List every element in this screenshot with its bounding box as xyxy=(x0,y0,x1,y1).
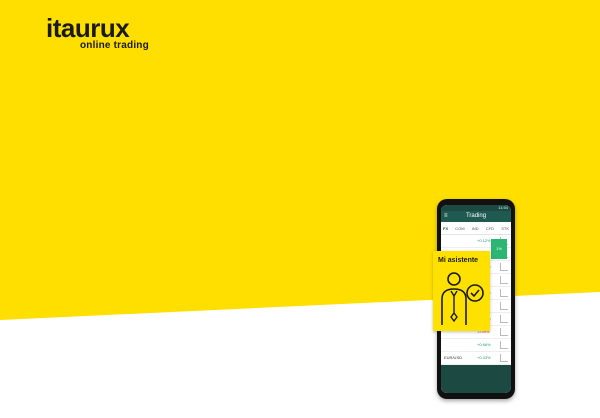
logo-tagline: online trading xyxy=(80,40,149,51)
sparkline-icon xyxy=(500,302,508,310)
phone-footer-bar xyxy=(441,365,511,393)
tab-fx[interactable]: FX xyxy=(443,226,448,231)
sparkline-icon xyxy=(500,328,508,336)
assistant-person-check-icon xyxy=(441,272,484,325)
buy-button[interactable]: 1% xyxy=(491,239,507,259)
instrument-symbol: EUR/USD xyxy=(444,355,463,360)
page: itaurux online trading 11:54 ≡ Trading F… xyxy=(0,0,600,418)
instrument-change: +0.66% xyxy=(477,342,491,347)
app-header: ≡ Trading xyxy=(441,211,511,222)
instrument-change: +0.12% xyxy=(477,238,491,243)
sparkline-icon xyxy=(500,289,508,297)
tab-ind[interactable]: IND xyxy=(472,226,479,231)
sparkline-icon xyxy=(500,341,508,349)
brand-logo[interactable]: itaurux online trading xyxy=(46,14,166,56)
market-tabs: FX COM IND CFD STK xyxy=(441,222,511,235)
assistant-card[interactable]: Mi asistente xyxy=(433,251,490,331)
tab-com[interactable]: COM xyxy=(455,226,464,231)
sparkline-icon xyxy=(500,263,508,271)
instrument-change: +0.33% xyxy=(477,355,491,360)
logo-wordmark: itaurux xyxy=(46,13,130,43)
menu-icon[interactable]: ≡ xyxy=(444,211,448,222)
assistant-title: Mi asistente xyxy=(438,257,479,264)
instrument-row[interactable]: +0.66% xyxy=(441,339,511,352)
sparkline-icon xyxy=(500,315,508,323)
tab-cfd[interactable]: CFD xyxy=(486,226,494,231)
tab-stk[interactable]: STK xyxy=(501,226,509,231)
sparkline-icon xyxy=(500,276,508,284)
sparkline-icon xyxy=(500,354,508,362)
instrument-row[interactable]: EUR/USD +0.33% xyxy=(441,352,511,365)
app-header-title: Trading xyxy=(465,213,487,219)
